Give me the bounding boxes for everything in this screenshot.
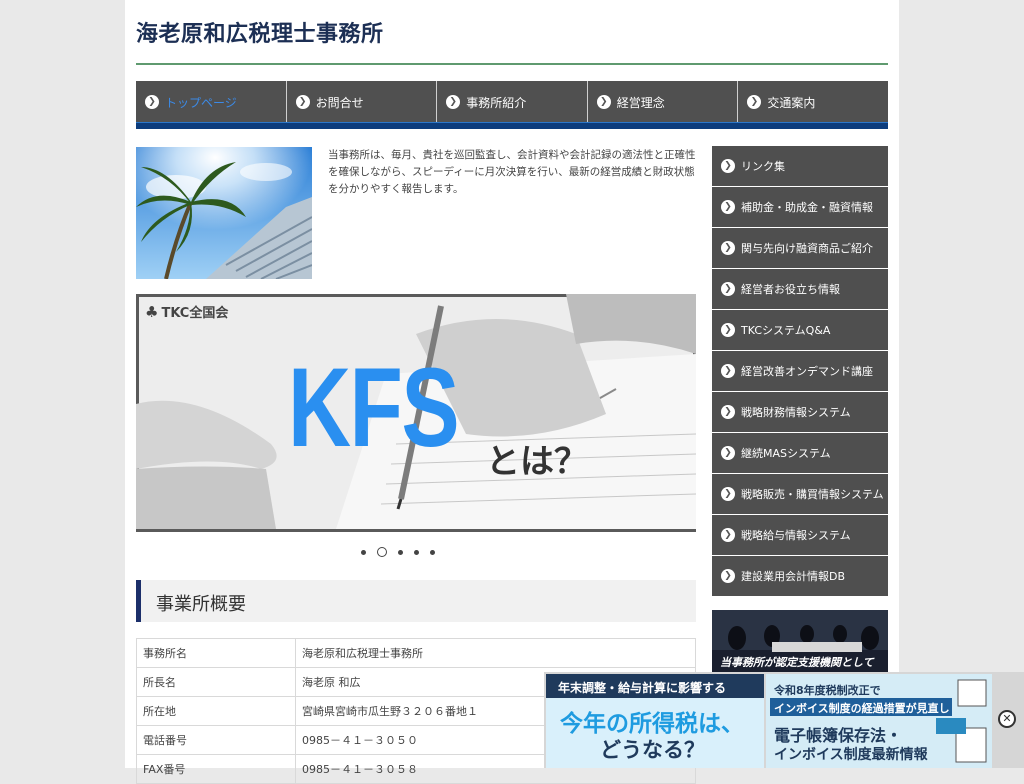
chevron-right-icon: ❯ xyxy=(721,446,735,460)
chevron-right-icon: ❯ xyxy=(145,95,159,109)
sidebar-item-label: TKCシステムQ&A xyxy=(741,324,831,337)
ad-income-tax[interactable]: 年末調整・給与計算に影響する 今年の所得税は、 どうなる？ xyxy=(546,674,764,768)
nav-item-office[interactable]: ❯ 事務所紹介 xyxy=(437,81,588,123)
chevron-right-icon: ❯ xyxy=(721,323,735,337)
ad-income-line3: どうなる？ xyxy=(600,738,705,762)
chevron-right-icon: ❯ xyxy=(721,241,735,255)
chevron-right-icon: ❯ xyxy=(721,569,735,583)
chevron-right-icon: ❯ xyxy=(747,95,762,109)
ad-bar: 年末調整・給与計算に影響する 今年の所得税は、 どうなる？ 令和8年度税制改正で… xyxy=(544,672,1024,768)
tkc-logo: ♣ TKC全国会 xyxy=(145,302,229,322)
slider-headline: KFS xyxy=(288,345,460,470)
ad-income-line1: 年末調整・給与計算に影響する xyxy=(558,681,727,695)
sidebar-item-tkc-qa[interactable]: ❯ TKCシステムQ&A xyxy=(712,310,888,350)
slider-dot-active[interactable] xyxy=(377,547,387,557)
support-banner[interactable]: 当事務所が認定支援機関として xyxy=(712,610,888,672)
slider-tagline: とは？ xyxy=(486,442,588,482)
page: 海老原和広税理士事務所 ❯ トップページ ❯ お問合せ ❯ 事務所紹介 ❯ 経営理念 ❯… xyxy=(125,0,899,784)
sidebar-item-fx-system[interactable]: ❯ 戦略財務情報システム xyxy=(712,392,888,432)
site-title[interactable]: 海老原和広税理士事務所 xyxy=(136,16,384,48)
ad-income-line2: 今年の所得税は、 xyxy=(560,711,744,737)
sidebar-menu: ❯ リンク集 ❯ 補助金・助成金・融資情報 ❯ 関与先向け融資商品ご紹介 ❯ 経営者お役… xyxy=(712,146,888,597)
nav-label: 経営理念 xyxy=(616,95,665,110)
sidebar-item-sales[interactable]: ❯ 戦略販売・購買情報システム xyxy=(712,474,888,514)
sidebar-item-label: 戦略給与情報システム xyxy=(741,529,851,542)
kfs-slider[interactable]: ♣ TKC全国会 KFS とは？ xyxy=(136,294,696,532)
title-divider xyxy=(136,63,888,65)
table-row: 事務所名 海老原和広税理士事務所 xyxy=(136,638,696,668)
slider-dot[interactable] xyxy=(414,549,419,555)
slider-dots xyxy=(361,547,435,557)
nav-item-philosophy[interactable]: ❯ 経営理念 xyxy=(588,81,739,123)
sidebar-item-label: 経営改善オンデマンド講座 xyxy=(741,365,873,378)
intro-text: 当事務所は、毎月、貴社を巡回監査し、会計資料や会計記録の適法性と正確性を確保しな… xyxy=(328,149,696,195)
sidebar-item-label: リンク集 xyxy=(741,160,785,173)
sidebar-item-construction[interactable]: ❯ 建設業用会計情報DB xyxy=(712,556,888,596)
sidebar-item-ondemand[interactable]: ❯ 経営改善オンデマンド講座 xyxy=(712,351,888,391)
slider-dot[interactable] xyxy=(398,549,403,555)
nav-item-top[interactable]: ❯ トップページ xyxy=(136,81,287,123)
row-label: 電話番号 xyxy=(136,725,296,755)
sidebar-item-label: 継続MASシステム xyxy=(741,447,831,460)
sidebar-item-mas[interactable]: ❯ 継続MASシステム xyxy=(712,433,888,473)
nav-label: トップページ xyxy=(165,95,237,110)
nav-item-access[interactable]: ❯ 交通案内 xyxy=(738,81,888,123)
tkc-logo-icon: ♣ xyxy=(145,302,159,321)
sidebar-item-links[interactable]: ❯ リンク集 xyxy=(712,146,888,186)
chevron-right-icon: ❯ xyxy=(721,282,735,296)
chevron-right-icon: ❯ xyxy=(721,364,735,378)
row-value: 海老原和広税理士事務所 xyxy=(295,638,696,668)
nav-label: 事務所紹介 xyxy=(466,95,527,110)
ad-invoice-line4: インボイス制度最新情報 xyxy=(774,747,928,763)
global-nav: ❯ トップページ ❯ お問合せ ❯ 事務所紹介 ❯ 経営理念 ❯ 交通案内 xyxy=(136,81,888,129)
chevron-right-icon: ❯ xyxy=(295,95,310,109)
sidebar-item-payroll[interactable]: ❯ 戦略給与情報システム xyxy=(712,515,888,555)
nav-label: 交通案内 xyxy=(767,95,816,110)
close-icon[interactable]: ✕ xyxy=(998,710,1016,728)
chevron-right-icon: ❯ xyxy=(721,528,735,542)
overview-title: 事業所概要 xyxy=(156,594,246,615)
tkc-logo-text: TKC全国会 xyxy=(161,306,229,321)
row-label: 所在地 xyxy=(136,696,296,726)
support-banner-caption: 当事務所が認定支援機関として xyxy=(720,656,874,669)
sidebar-item-label: 建設業用会計情報DB xyxy=(741,570,846,583)
hero-image xyxy=(136,147,312,279)
sidebar-item-subsidy[interactable]: ❯ 補助金・助成金・融資情報 xyxy=(712,187,888,227)
chevron-right-icon: ❯ xyxy=(446,95,461,109)
ad-invoice[interactable]: 令和8年度税制改正で インボイス制度の経過措置が見直し 電子帳簿保存法・ インボ… xyxy=(766,674,992,768)
chevron-right-icon: ❯ xyxy=(596,95,611,109)
sidebar-item-label: 関与先向け融資商品ご紹介 xyxy=(741,242,873,255)
ad-invoice-line2: インボイス制度の経過措置が見直し xyxy=(774,702,950,715)
sidebar-item-loans[interactable]: ❯ 関与先向け融資商品ご紹介 xyxy=(712,228,888,268)
sidebar-item-label: 戦略販売・購買情報システム xyxy=(741,488,884,501)
nav-item-contact[interactable]: ❯ お問合せ xyxy=(287,81,438,123)
chevron-right-icon: ❯ xyxy=(721,159,735,173)
sidebar-item-label: 補助金・助成金・融資情報 xyxy=(741,201,873,214)
chevron-right-icon: ❯ xyxy=(721,200,735,214)
sidebar-item-management-info[interactable]: ❯ 経営者お役立ち情報 xyxy=(712,269,888,309)
ad-invoice-line1: 令和8年度税制改正で xyxy=(774,684,881,697)
slider-dot[interactable] xyxy=(361,549,366,555)
slider-dot[interactable] xyxy=(430,549,435,555)
chevron-right-icon: ❯ xyxy=(721,405,735,419)
nav-label: お問合せ xyxy=(315,95,364,110)
chevron-right-icon: ❯ xyxy=(721,487,735,501)
sidebar-item-label: 戦略財務情報システム xyxy=(741,406,851,419)
overview-heading: 事業所概要 xyxy=(136,580,696,622)
row-label: 所長名 xyxy=(136,667,296,697)
row-label: 事務所名 xyxy=(136,638,296,668)
ad-invoice-line3: 電子帳簿保存法・ xyxy=(774,726,903,745)
row-label: FAX番号 xyxy=(136,754,296,784)
sidebar-item-label: 経営者お役立ち情報 xyxy=(741,283,840,296)
